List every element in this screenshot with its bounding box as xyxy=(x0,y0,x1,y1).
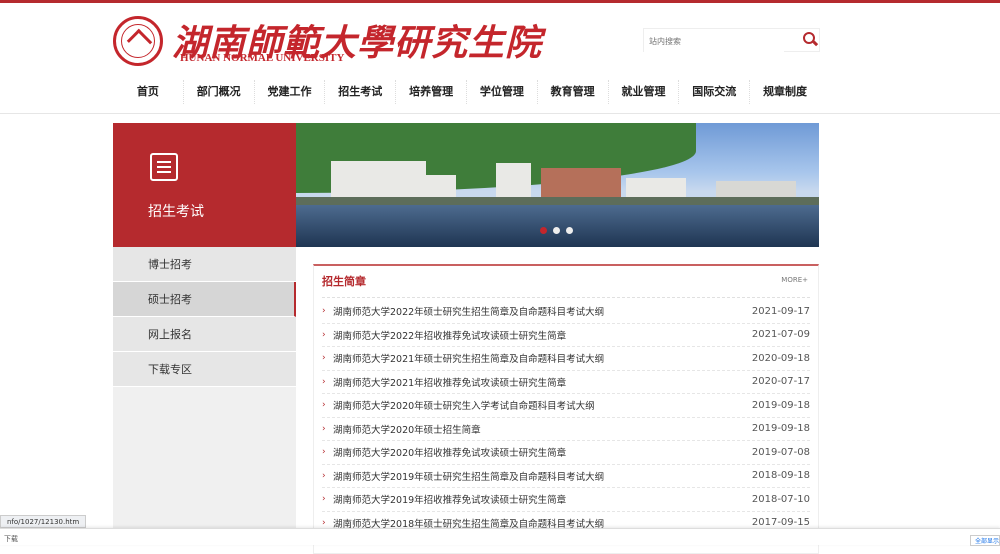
nav-degree[interactable]: 学位管理 xyxy=(465,80,537,104)
news-date: 2018-07-10 xyxy=(751,493,810,505)
news-date: 2021-09-17 xyxy=(751,305,810,317)
news-title[interactable]: 湖南师范大学2019年硕士研究生招生简章及自命题科目考试大纲 xyxy=(333,469,752,483)
status-bar-url: nfo/1027/12130.htm xyxy=(0,515,87,528)
news-date: 2021-07-09 xyxy=(751,329,810,341)
chevron-right-icon: › xyxy=(322,400,326,411)
news-item[interactable]: › 湖南师范大学2022年招收推荐免试攻读硕士研究生简章 2021-07-09 xyxy=(322,324,810,347)
nav-party[interactable]: 党建工作 xyxy=(253,80,325,104)
panel-title: 招生简章 xyxy=(322,275,366,288)
nav-training[interactable]: 培养管理 xyxy=(395,80,466,104)
top-accent-line xyxy=(0,0,1000,3)
carousel-dot[interactable] xyxy=(540,227,547,234)
nav-departments[interactable]: 部门概况 xyxy=(182,80,254,104)
news-item[interactable]: › 湖南师范大学2022年硕士研究生招生简章及自命题科目考试大纲 2021-09-1… xyxy=(322,300,810,324)
nav-regulations[interactable]: 规章制度 xyxy=(749,80,820,104)
chevron-right-icon: › xyxy=(322,376,326,387)
chevron-right-icon: › xyxy=(322,494,326,505)
header-divider xyxy=(0,113,1000,114)
sidebar-header: 招生考试 xyxy=(113,123,296,247)
chevron-right-icon: › xyxy=(322,353,326,364)
news-item[interactable]: › 湖南师范大学2019年招收推荐免试攻读硕士研究生简章 2018-07-10 xyxy=(322,488,810,512)
news-item[interactable]: › 湖南师范大学2019年硕士研究生招生简章及自命题科目考试大纲 2018-09-1… xyxy=(322,465,810,488)
nav-education[interactable]: 教育管理 xyxy=(536,80,608,104)
carousel-dot[interactable] xyxy=(553,227,560,234)
site-title-en: HUNAN NORMAL UNIVERSITY xyxy=(180,52,345,64)
news-title[interactable]: 湖南师范大学2020年招收推荐免试攻读硕士研究生简章 xyxy=(333,445,752,459)
more-link[interactable]: MORE+ xyxy=(781,276,808,284)
news-title[interactable]: 湖南师范大学2022年硕士研究生招生简章及自命题科目考试大纲 xyxy=(333,304,752,318)
news-title[interactable]: 湖南师范大学2021年硕士研究生招生简章及自命题科目考试大纲 xyxy=(333,351,752,365)
news-date: 2017-09-15 xyxy=(751,517,810,529)
sidebar-title: 招生考试 xyxy=(148,204,204,220)
carousel-indicators xyxy=(540,227,573,234)
nav-home[interactable]: 首页 xyxy=(113,80,183,104)
chevron-right-icon: › xyxy=(322,329,326,340)
news-date: 2019-09-18 xyxy=(751,399,810,411)
nav-employment[interactable]: 就业管理 xyxy=(607,80,679,104)
admissions-news-panel: 招生简章 MORE+ › 湖南师范大学2022年硕士研究生招生简章及自命题科目考试… xyxy=(313,264,819,554)
sidebar: 博士招考 硕士招考 网上报名 下载专区 xyxy=(113,247,296,545)
carousel-dot[interactable] xyxy=(566,227,573,234)
nav-admissions[interactable]: 招生考试 xyxy=(324,80,395,104)
chevron-right-icon: › xyxy=(322,423,326,434)
download-bar: 下载 全部显示 xyxy=(0,528,1000,546)
sidebar-item-masters[interactable]: 硕士招考 xyxy=(113,282,296,317)
news-title[interactable]: 湖南师范大学2020年硕士研究生入学考试自命题科目考试大纲 xyxy=(333,398,752,412)
document-icon xyxy=(150,153,178,181)
news-date: 2020-07-17 xyxy=(751,376,810,388)
search-box xyxy=(643,28,820,53)
search-icon[interactable] xyxy=(803,32,815,44)
show-all-button[interactable]: 全部显示 xyxy=(970,535,1000,546)
download-item[interactable]: 下载 xyxy=(4,534,18,544)
news-item[interactable]: › 湖南师范大学2020年招收推荐免试攻读硕士研究生简章 2019-07-08 xyxy=(322,441,810,465)
main-nav: 首页 部门概况 党建工作 招生考试 培养管理 学位管理 教育管理 就业管理 国际… xyxy=(113,80,820,104)
chevron-right-icon: › xyxy=(322,447,326,458)
chevron-right-icon: › xyxy=(322,306,326,317)
sidebar-item-downloads[interactable]: 下载专区 xyxy=(113,352,296,387)
news-title[interactable]: 湖南师范大学2020年硕士招生简章 xyxy=(333,422,752,436)
news-title[interactable]: 湖南师范大学2021年招收推荐免试攻读硕士研究生简章 xyxy=(333,375,752,389)
nav-international[interactable]: 国际交流 xyxy=(678,80,749,104)
sidebar-item-online-registration[interactable]: 网上报名 xyxy=(113,317,296,352)
chevron-right-icon: › xyxy=(322,470,326,481)
news-title[interactable]: 湖南师范大学2022年招收推荐免试攻读硕士研究生简章 xyxy=(333,328,752,342)
news-list: › 湖南师范大学2022年硕士研究生招生简章及自命题科目考试大纲 2021-09-1… xyxy=(322,300,810,535)
news-item[interactable]: › 湖南师范大学2020年硕士研究生入学考试自命题科目考试大纲 2019-09-18 xyxy=(322,394,810,418)
news-item[interactable]: › 湖南师范大学2021年硕士研究生招生简章及自命题科目考试大纲 2020-09-1… xyxy=(322,347,810,371)
news-item[interactable]: › 湖南师范大学2021年招收推荐免试攻读硕士研究生简章 2020-07-17 xyxy=(322,371,810,394)
university-seal-logo[interactable] xyxy=(113,16,163,66)
news-date: 2019-09-18 xyxy=(751,423,810,435)
news-date: 2018-09-18 xyxy=(751,470,810,482)
search-input[interactable] xyxy=(644,30,784,53)
news-date: 2019-07-08 xyxy=(751,446,810,458)
chevron-right-icon: › xyxy=(322,517,326,528)
news-title[interactable]: 湖南师范大学2019年招收推荐免试攻读硕士研究生简章 xyxy=(333,492,752,506)
news-item[interactable]: › 湖南师范大学2020年硕士招生简章 2019-09-18 xyxy=(322,418,810,441)
news-date: 2020-09-18 xyxy=(751,352,810,364)
sidebar-item-phd[interactable]: 博士招考 xyxy=(113,247,296,282)
